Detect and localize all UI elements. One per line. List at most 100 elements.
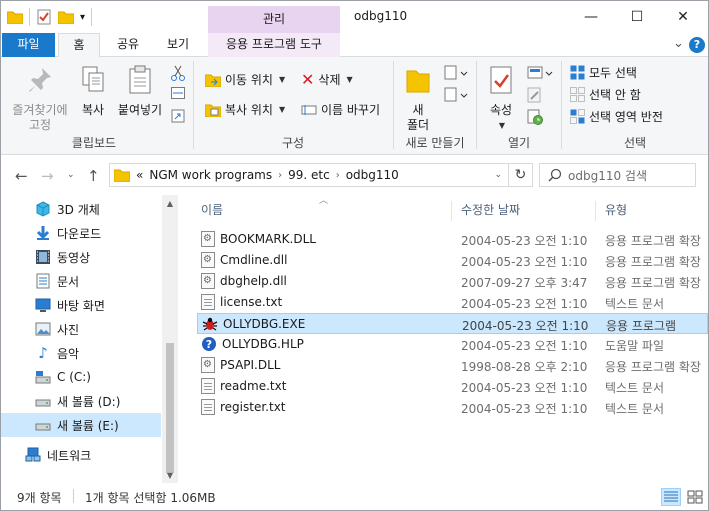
scrollbar-thumb[interactable] [166,343,174,473]
select-none-button[interactable]: 선택 안 함 [570,86,641,103]
nav-item-network[interactable]: 네트워크 [1,443,161,467]
recent-locations-button[interactable]: ⌄ [67,170,75,180]
chevron-right-icon[interactable]: › [278,170,282,181]
search-input[interactable]: odbg110 검색 [539,163,696,187]
address-overflow[interactable]: « [136,168,143,182]
new-folder-button[interactable]: 새 폴더 [400,65,436,133]
breadcrumb-item[interactable]: NGM work programs [149,168,272,182]
file-row[interactable]: dbghelp.dll 2007-09-27 오후 3:47 응용 프로그램 확… [197,271,708,292]
file-row[interactable]: Cmdline.dll 2004-05-23 오전 1:10 응용 프로그램 확… [197,250,708,271]
file-modified: 2004-05-23 오전 1:10 [461,402,588,416]
column-modified-label: 수정한 날짜 [461,203,521,217]
file-type: 텍스트 문서 [605,381,665,395]
file-row-selected[interactable]: OLLYDBG.EXE 2004-05-23 오전 1:10 응용 프로그램 [197,313,708,334]
address-bar[interactable]: « NGM work programs › 99. etc › odbg110 … [109,163,509,187]
cut-icon[interactable] [171,65,185,81]
text-file-icon [201,378,215,394]
scroll-up-icon[interactable]: ▲ [162,199,178,208]
new-folder-label-line2: 폴더 [406,118,430,132]
select-all-icon [570,65,585,80]
nav-item-music[interactable]: ♪ 음악 [1,341,161,365]
expand-ribbon-icon[interactable]: ⌄ [673,36,684,51]
column-header-type[interactable]: 유형 [605,199,627,221]
paste-shortcut-icon[interactable] [171,109,185,123]
column-type-label: 유형 [605,203,628,217]
nav-item-drive-d[interactable]: 새 볼륨 (D:) [1,389,161,413]
tab-view[interactable]: 보기 [158,33,198,57]
new-folder-big-icon [406,70,430,93]
column-header-modified[interactable]: 수정한 날짜 [461,199,520,221]
copy-to-button[interactable]: 복사 위치 ▼ [205,101,285,118]
tab-app-tools[interactable]: 응용 프로그램 도구 [208,33,340,57]
new-item-icon[interactable] [444,65,468,81]
rename-icon [301,104,317,115]
properties-button[interactable]: 속성 ▼ [483,65,519,133]
tab-file[interactable]: 파일 [2,33,55,57]
customize-qat-icon[interactable]: ▾ [80,12,85,23]
up-button[interactable]: ↑ [87,167,100,185]
file-name: BOOKMARK.DLL [220,232,316,246]
dll-icon [201,273,215,289]
file-row[interactable]: register.txt 2004-05-23 오전 1:10 텍스트 문서 [197,397,708,418]
column-header-name[interactable]: 이름 [201,199,223,221]
nav-item-videos[interactable]: 동영상 [1,245,161,269]
nav-item-pictures[interactable]: 사진 [1,317,161,341]
file-row[interactable]: license.txt 2004-05-23 오전 1:10 텍스트 문서 [197,292,708,313]
pin-quick-access-button[interactable]: 즐겨찾기에 고정 [7,65,73,133]
file-name: Cmdline.dll [220,253,288,267]
file-row[interactable]: ? OLLYDBG.HLP 2004-05-23 오전 1:10 도움말 파일 [197,334,708,355]
breadcrumb-item[interactable]: odbg110 [346,168,399,182]
paste-button[interactable]: 붙여넣기 [115,65,165,118]
move-folder-icon [205,74,221,87]
paste-icon [129,65,151,94]
nav-pane-scrollbar[interactable]: ▲ ▼ [162,195,178,483]
forward-button[interactable]: → [41,167,54,185]
nav-item-desktop[interactable]: 바탕 화면 [1,293,161,317]
nav-item-downloads[interactable]: 다운로드 [1,221,161,245]
folder-icon[interactable] [7,10,23,24]
copy-button[interactable]: 복사 [75,65,111,118]
help-button[interactable]: ? [689,37,705,53]
history-icon[interactable] [527,109,543,125]
breadcrumb-item[interactable]: 99. etc [288,168,330,182]
copy-path-icon[interactable] [171,87,185,99]
nav-item-3d-objects[interactable]: 3D 개체 [1,197,161,221]
tab-share[interactable]: 공유 [108,33,148,57]
large-icons-view-button[interactable] [685,488,705,506]
maximize-button[interactable]: ☐ [614,1,660,33]
file-modified: 2004-05-23 오전 1:10 [461,339,588,353]
file-name: dbghelp.dll [220,274,287,288]
properties-check-icon[interactable] [36,9,52,25]
select-all-button[interactable]: 모두 선택 [570,64,637,81]
invert-selection-button[interactable]: 선택 영역 반전 [570,108,663,125]
maximize-icon: ☐ [630,9,644,25]
rename-button[interactable]: 이름 바꾸기 [301,101,380,118]
file-name: license.txt [220,295,283,309]
invert-selection-label: 선택 영역 반전 [589,110,663,124]
tab-home[interactable]: 홈 [58,33,100,58]
back-arrow-icon: ← [15,167,28,185]
easy-access-icon[interactable] [444,87,468,103]
nav-item-drive-e[interactable]: 새 볼륨 (E:) [1,413,161,437]
refresh-button[interactable]: ↻ [509,163,533,187]
edit-icon[interactable] [527,87,543,103]
chevron-right-icon[interactable]: › [336,170,340,181]
nav-item-label: 동영상 [57,250,91,265]
delete-button[interactable]: ✕ 삭제 ▼ [301,71,353,88]
file-row[interactable]: BOOKMARK.DLL 2004-05-23 오전 1:10 응용 프로그램 … [197,229,708,250]
move-to-button[interactable]: 이동 위치 ▼ [205,71,285,88]
minimize-button[interactable]: — [568,1,614,33]
new-folder-icon[interactable] [58,10,74,24]
nav-item-drive-c[interactable]: C (C:) [1,365,161,389]
scroll-down-icon[interactable]: ▼ [162,471,178,480]
file-row[interactable]: readme.txt 2004-05-23 오전 1:10 텍스트 문서 [197,376,708,397]
back-button[interactable]: ← [15,167,28,185]
open-icon[interactable] [527,65,553,81]
file-row[interactable]: PSAPI.DLL 1998-08-28 오후 2:10 응용 프로그램 확장 [197,355,708,376]
help-file-icon: ? [202,337,216,351]
details-view-button[interactable] [661,488,681,506]
group-clipboard: 즐겨찾기에 고정 복사 붙여넣기 클립보드 [1,57,187,155]
address-dropdown-icon[interactable]: ⌄ [494,170,502,180]
close-button[interactable]: ✕ [660,1,706,33]
nav-item-documents[interactable]: 문서 [1,269,161,293]
